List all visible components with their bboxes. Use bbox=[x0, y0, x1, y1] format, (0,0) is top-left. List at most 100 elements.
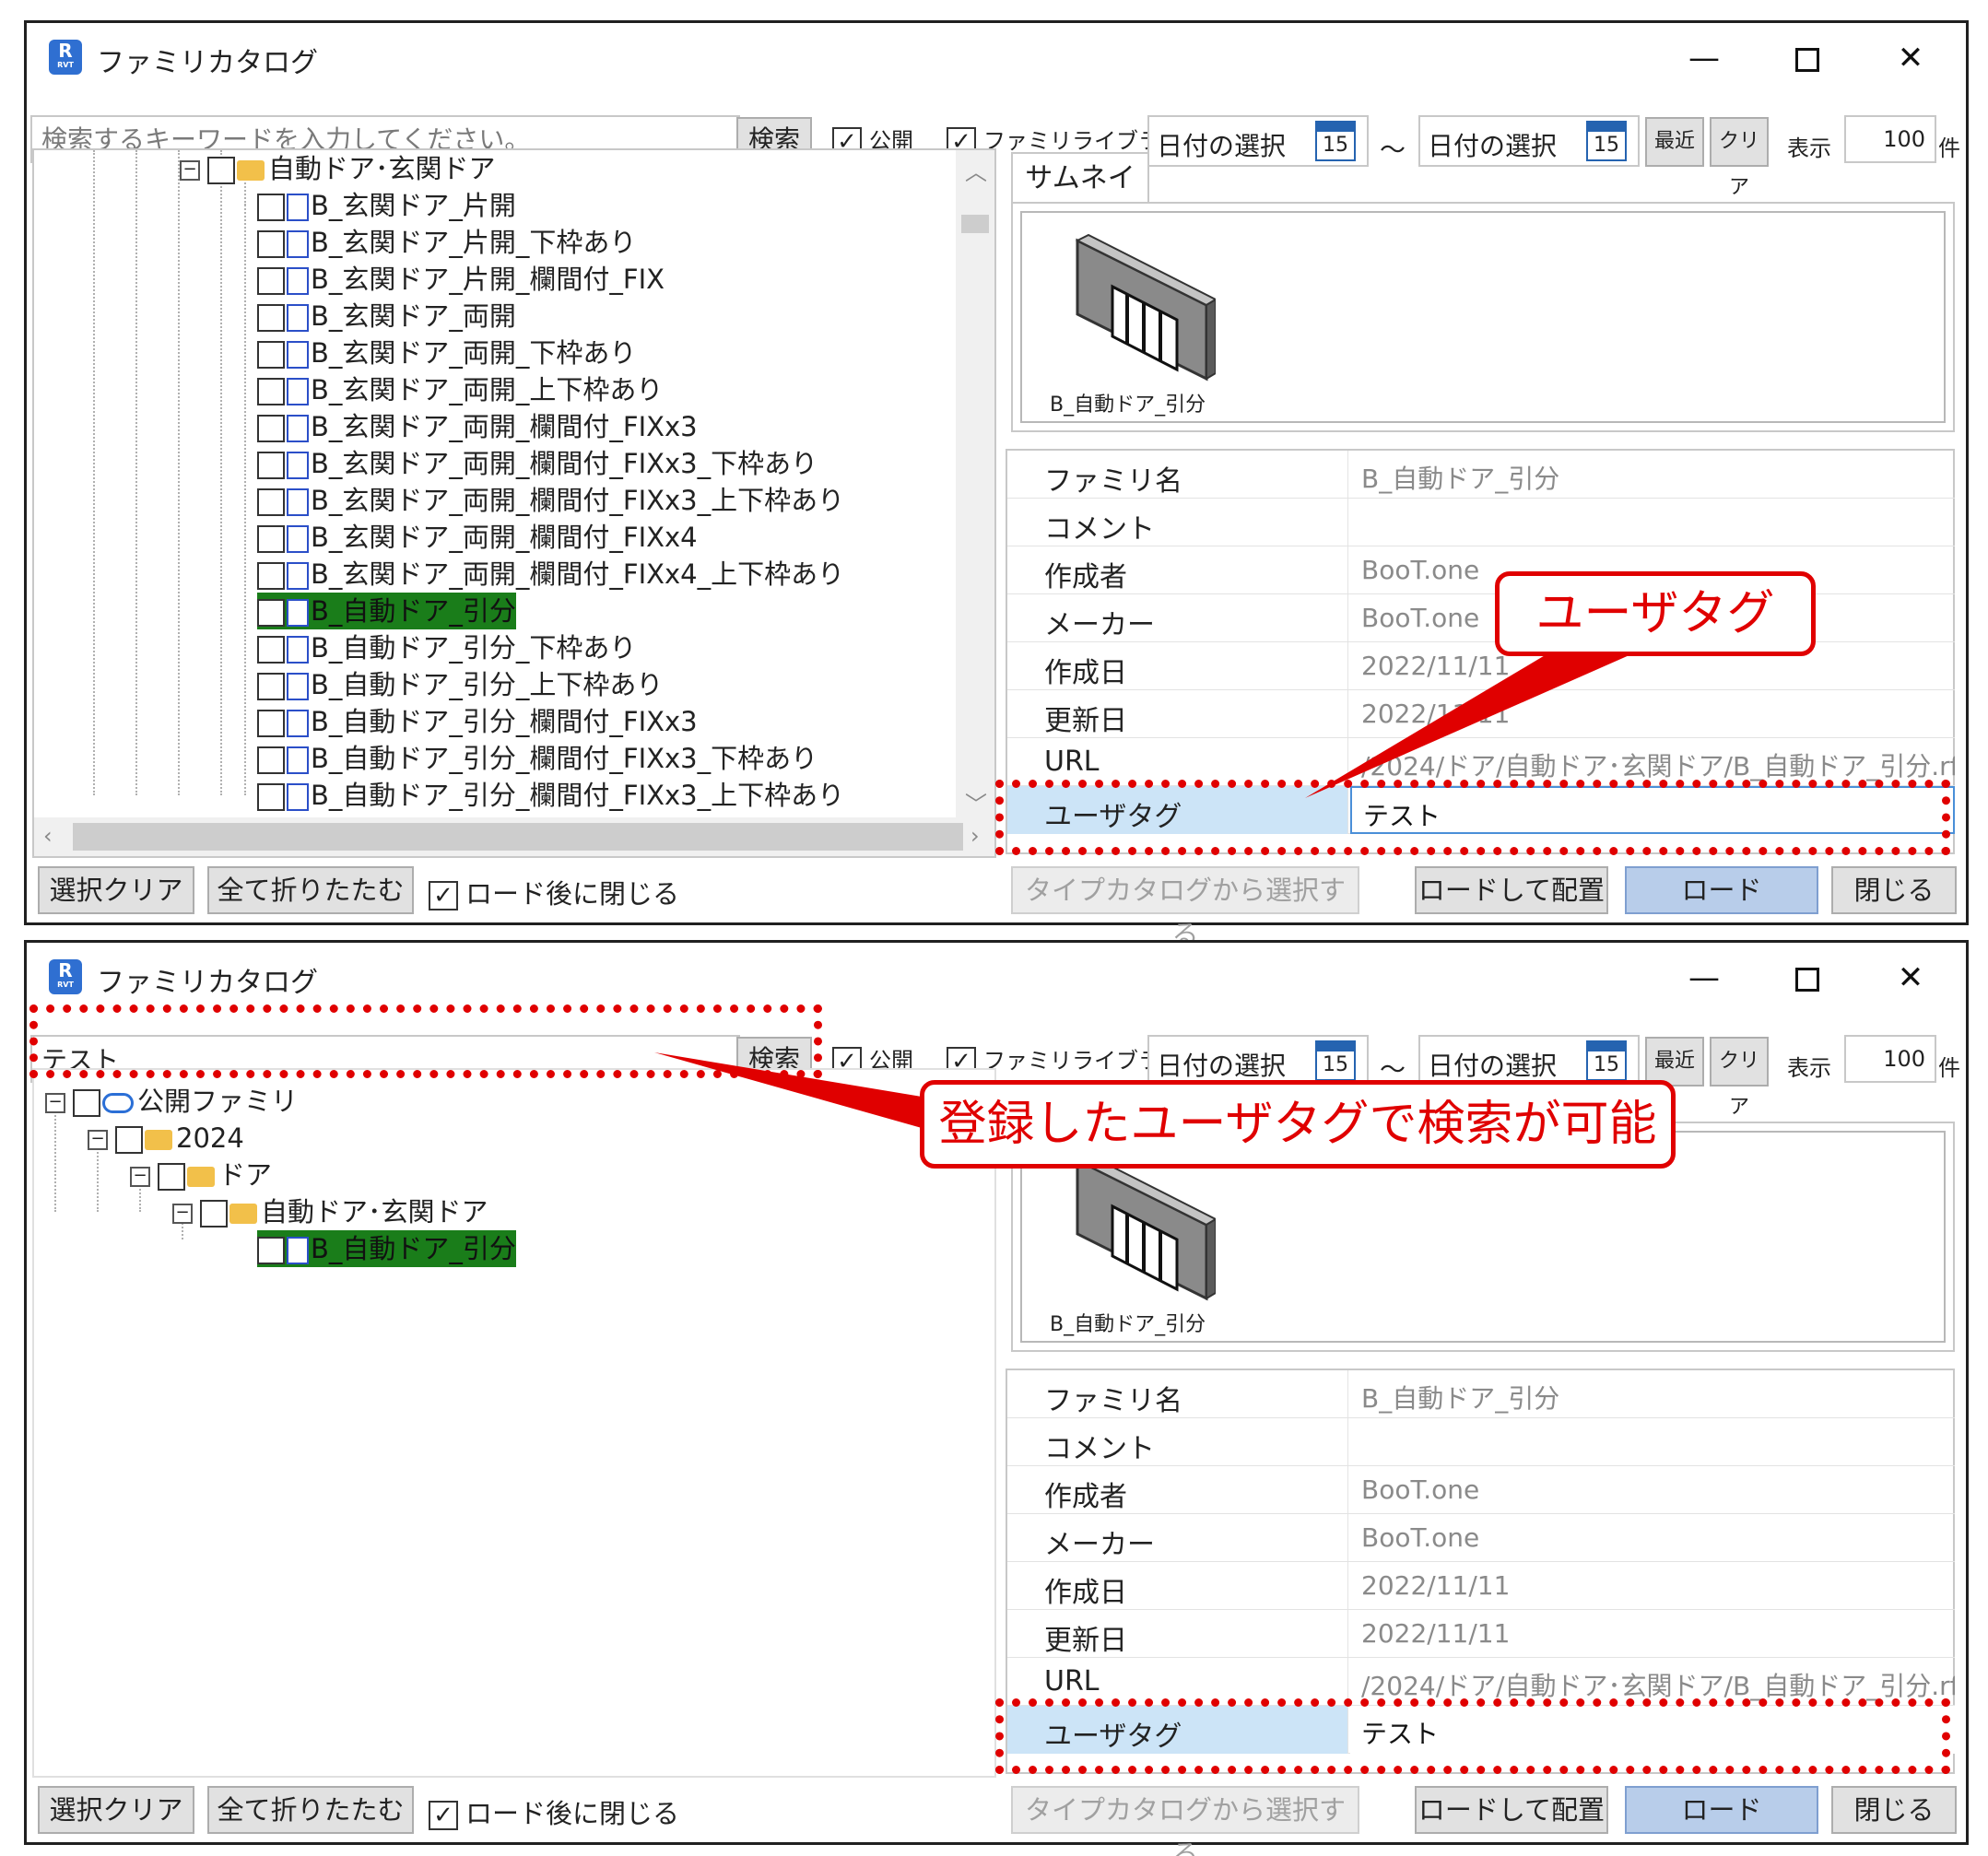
tree-item-selected[interactable]: B_自動ドア_引分 bbox=[257, 593, 516, 629]
tree-checkbox[interactable] bbox=[257, 194, 285, 221]
clear-date-button[interactable]: クリア bbox=[1710, 1037, 1769, 1119]
tree-checkbox[interactable] bbox=[73, 1089, 100, 1117]
load-button[interactable]: ロード bbox=[1625, 1786, 1818, 1834]
recent-button[interactable]: 最近 bbox=[1645, 117, 1704, 167]
minimize-button[interactable]: — bbox=[1676, 950, 1732, 1005]
scroll-right-icon[interactable]: › bbox=[970, 823, 980, 849]
date-from-picker[interactable]: 日付の選択 15 bbox=[1147, 115, 1369, 167]
scroll-down-icon[interactable]: ﹀ bbox=[965, 786, 987, 818]
tree-checkbox[interactable] bbox=[115, 1126, 143, 1154]
tree-checkbox[interactable] bbox=[257, 304, 285, 332]
collapse-icon[interactable]: − bbox=[88, 1130, 108, 1150]
close-after-load-checkbox[interactable]: ✓ ロード後に閉じる bbox=[429, 873, 679, 911]
tree-checkbox[interactable] bbox=[257, 1237, 285, 1264]
tree-checkbox[interactable] bbox=[257, 452, 285, 479]
clear-selection-button[interactable]: 選択クリア bbox=[38, 1786, 194, 1834]
scroll-thumb[interactable] bbox=[961, 215, 989, 233]
date-from-picker[interactable]: 日付の選択 15 bbox=[1147, 1035, 1369, 1087]
date-to-picker[interactable]: 日付の選択 15 bbox=[1418, 115, 1640, 167]
tree-checkbox[interactable] bbox=[257, 267, 285, 295]
tree-checkbox[interactable] bbox=[257, 525, 285, 553]
type-catalog-button[interactable]: タイプカタログから選択する bbox=[1011, 866, 1359, 950]
close-button[interactable]: 閉じる bbox=[1831, 1786, 1957, 1834]
tree-item[interactable]: B_玄関ドア_片開_欄間付_FIX bbox=[257, 261, 665, 298]
tree-checkbox[interactable] bbox=[257, 783, 285, 811]
tree-item[interactable]: B_玄関ドア_両開_欄間付_FIXx4_上下枠あり bbox=[257, 556, 844, 593]
collapse-icon[interactable]: − bbox=[45, 1093, 65, 1113]
collapse-icon[interactable]: − bbox=[172, 1204, 193, 1224]
tree-item[interactable]: B_玄関ドア_両開_欄間付_FIXx3 bbox=[257, 408, 698, 445]
close-window-button[interactable]: ✕ bbox=[1883, 30, 1938, 86]
tree-checkbox[interactable] bbox=[257, 746, 285, 774]
load-and-place-button[interactable]: ロードして配置 bbox=[1415, 1786, 1608, 1834]
tree-item[interactable]: B_自動ドア_引分_欄間付_FIXx3 bbox=[257, 703, 698, 740]
tree-item[interactable]: B_玄関ドア_片開 bbox=[257, 187, 516, 224]
tree-checkbox[interactable] bbox=[257, 562, 285, 590]
display-count-input[interactable]: 100 bbox=[1844, 1035, 1936, 1083]
tree-checkbox[interactable] bbox=[257, 341, 285, 369]
tree-item[interactable]: B_自動ドア_引分_下枠あり bbox=[257, 629, 636, 666]
tree-item[interactable]: B_玄関ドア_両開_欄間付_FIXx3_下枠あり bbox=[257, 445, 818, 482]
tree-checkbox[interactable] bbox=[257, 710, 285, 737]
tree-checkbox[interactable] bbox=[207, 157, 235, 184]
close-after-load-checkbox[interactable]: ✓ ロード後に閉じる bbox=[429, 1792, 679, 1831]
close-button[interactable]: 閉じる bbox=[1831, 866, 1957, 914]
revit-app-icon: R RVT bbox=[49, 959, 82, 994]
tree-checkbox[interactable] bbox=[200, 1200, 228, 1228]
tree-item[interactable]: B_玄関ドア_両開_上下枠あり bbox=[257, 371, 663, 408]
collapse-icon[interactable]: − bbox=[180, 160, 200, 181]
tree-checkbox[interactable] bbox=[257, 673, 285, 700]
tree-checkbox[interactable] bbox=[257, 230, 285, 258]
calendar-icon[interactable]: 15 bbox=[1586, 121, 1627, 161]
tree-item-selected[interactable]: B_自動ドア_引分 bbox=[257, 1230, 516, 1267]
tree-folder[interactable]: −2024 bbox=[88, 1120, 244, 1157]
calendar-icon[interactable]: 15 bbox=[1315, 1040, 1356, 1081]
recent-button[interactable]: 最近 bbox=[1645, 1037, 1704, 1087]
minimize-button[interactable]: — bbox=[1676, 30, 1732, 86]
scroll-left-icon[interactable]: ‹ bbox=[43, 823, 53, 849]
scroll-thumb[interactable] bbox=[73, 823, 963, 851]
load-and-place-button[interactable]: ロードして配置 bbox=[1415, 866, 1608, 914]
tree-root-public[interactable]: − 公開ファミリ bbox=[45, 1083, 298, 1120]
calendar-icon[interactable]: 15 bbox=[1315, 121, 1356, 161]
tree-checkbox[interactable] bbox=[257, 599, 285, 627]
maximize-button[interactable] bbox=[1780, 30, 1835, 86]
tree-checkbox[interactable] bbox=[257, 488, 285, 516]
collapse-icon[interactable]: − bbox=[130, 1167, 150, 1187]
family-file-icon bbox=[287, 452, 309, 479]
search-callout: 登録したユーザタグで検索が可能 bbox=[920, 1080, 1676, 1169]
type-catalog-button[interactable]: タイプカタログから選択する bbox=[1011, 1786, 1359, 1856]
tree-item[interactable]: B_自動ドア_引分_欄間付_FIXx3_上下枠あり bbox=[257, 777, 844, 814]
tree-folder[interactable]: − 自動ドア･玄関ドア bbox=[172, 1193, 488, 1230]
tree-vertical-scrollbar[interactable]: ︿ ﹀ bbox=[956, 150, 994, 819]
tree-item[interactable]: B_玄関ドア_両開_下枠あり bbox=[257, 335, 636, 371]
close-window-button[interactable]: ✕ bbox=[1883, 950, 1938, 1005]
tree-checkbox[interactable] bbox=[257, 415, 285, 442]
maximize-button[interactable] bbox=[1780, 950, 1835, 1005]
window-title: ファミリカタログ bbox=[97, 47, 318, 79]
tab-thumbnail[interactable]: サムネイル bbox=[1011, 152, 1149, 244]
collapse-all-button[interactable]: 全て折りたたむ bbox=[207, 1786, 414, 1834]
tree-folder[interactable]: − 自動ドア･玄関ドア bbox=[180, 150, 496, 187]
calendar-icon[interactable]: 15 bbox=[1586, 1040, 1627, 1081]
display-count-input[interactable]: 100 bbox=[1844, 115, 1936, 163]
tree-item[interactable]: B_自動ドア_引分_上下枠あり bbox=[257, 666, 663, 703]
date-to-picker[interactable]: 日付の選択 15 bbox=[1418, 1035, 1640, 1087]
collapse-all-button[interactable]: 全て折りたたむ bbox=[207, 866, 414, 914]
family-tree: − 公開ファミリ −2024 − ドア − 自動ドア･玄関ドア B_自動ドア_引分 bbox=[32, 1068, 996, 1778]
tree-checkbox[interactable] bbox=[257, 378, 285, 405]
tree-checkbox[interactable] bbox=[158, 1163, 185, 1191]
tree-item[interactable]: B_玄関ドア_両開 bbox=[257, 298, 516, 335]
tree-checkbox[interactable] bbox=[257, 636, 285, 664]
load-button[interactable]: ロード bbox=[1625, 866, 1818, 914]
tree-folder[interactable]: − ドア bbox=[130, 1157, 272, 1193]
tree-item[interactable]: B_自動ドア_引分_欄間付_FIXx3_下枠あり bbox=[257, 740, 818, 777]
scroll-up-icon[interactable]: ︿ bbox=[965, 154, 987, 186]
tree-horizontal-scrollbar[interactable]: ‹ › bbox=[34, 817, 994, 856]
clear-selection-button[interactable]: 選択クリア bbox=[38, 866, 194, 914]
tree-item[interactable]: B_玄関ドア_両開_欄間付_FIXx3_上下枠あり bbox=[257, 482, 844, 519]
clear-date-button[interactable]: クリア bbox=[1710, 117, 1769, 199]
tree-item[interactable]: B_玄関ドア_両開_欄間付_FIXx4 bbox=[257, 519, 698, 556]
tree-item[interactable]: B_玄関ドア_片開_下枠あり bbox=[257, 224, 636, 261]
family-file-icon bbox=[287, 378, 309, 405]
